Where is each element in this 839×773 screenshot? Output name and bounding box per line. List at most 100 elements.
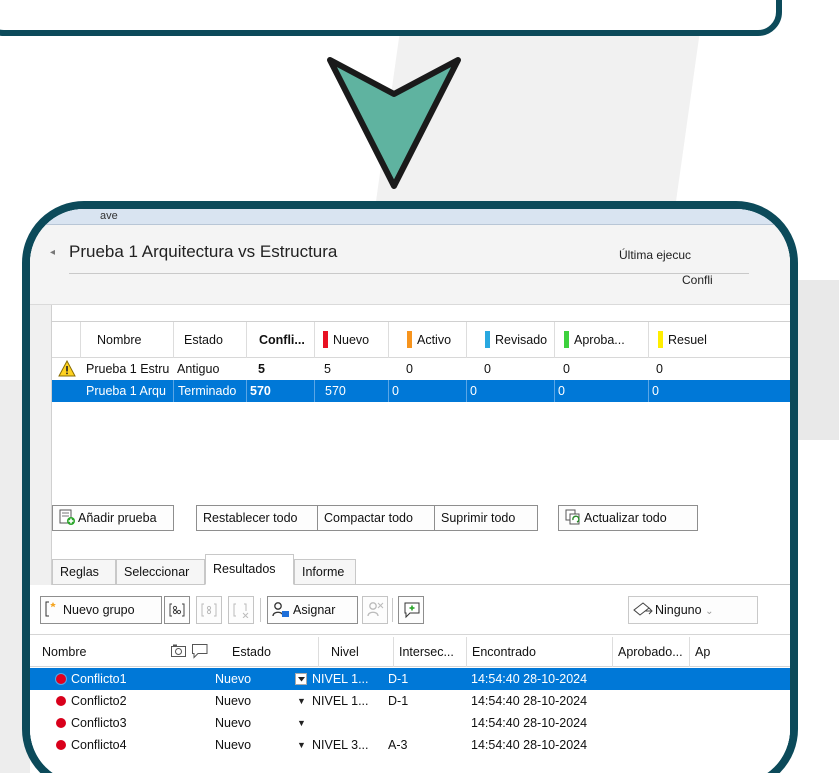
explode-group-button[interactable] [228,596,254,624]
clash-name: Conflicto2 [71,694,127,708]
test-name: Prueba 1 Estru [86,362,170,376]
clash-intersection: D-1 [388,694,409,708]
column-header-conflictos[interactable]: Confli... [246,322,314,358]
column-header-resuelto[interactable]: Resuel [648,322,790,358]
reset-all-button[interactable]: Restablecer todo [196,505,318,531]
test-reviewed: 0 [466,380,554,402]
reviewed-status-swatch [485,331,490,348]
clash-name: Conflicto1 [71,672,127,686]
explode-group-icon [233,603,249,619]
resolved-status-swatch [658,331,663,348]
clash-row[interactable]: Conflicto4 Nuevo ▼ NIVEL 3... A-3 14:54:… [30,734,790,756]
collapse-arrow-icon[interactable]: ◂ [50,247,55,258]
column-header-revisado[interactable]: Revisado [466,322,554,358]
conflicts-label: Confli [682,273,713,287]
clash-row[interactable]: Conflicto3 Nuevo ▼ 14:54:40 28-10-2024 [30,712,790,734]
unassign-button[interactable] [362,596,388,624]
status-dropdown-arrow-icon[interactable]: ▼ [297,690,306,712]
column-header-icons[interactable] [150,637,232,667]
test-approved: 0 [563,362,570,376]
tests-button-bar: Añadir prueba Restablecer todo Compactar… [52,505,790,535]
new-group-icon [45,601,56,617]
clash-status[interactable]: Nuevo [215,668,277,690]
toolbar-separator [260,598,261,622]
column-header-nuevo[interactable]: Nuevo [314,322,388,358]
clash-level: NIVEL 1... [312,694,369,708]
column-header-nivel[interactable]: Nivel [318,637,393,667]
test-name: Prueba 1 Arqu [86,384,166,398]
column-header-nuevo-label: Nuevo [333,333,370,347]
test-resolved: 0 [648,380,790,402]
status-dropdown-arrow-icon[interactable]: ▼ [297,712,306,734]
column-header-aprobado[interactable]: Aproba... [554,322,648,358]
column-header-estado[interactable]: Estado [232,637,318,667]
column-header-aprobado[interactable]: Aprobado... [612,637,689,667]
test-conflicts: 5 [258,362,265,376]
clash-found: 14:54:40 28-10-2024 [471,716,588,730]
highlight-none-dropdown[interactable]: Ninguno ⌄ [628,596,758,624]
new-group-button[interactable]: Nuevo grupo [40,596,162,624]
test-resolved: 0 [656,362,663,376]
column-header-nombre[interactable]: Nombre [80,322,173,358]
assign-user-icon [272,602,289,617]
previous-step-frame [0,0,782,36]
app-screenshot-frame: ave ◂ Prueba 1 Arquitectura vs Estructur… [22,201,798,773]
column-header-resuelto-label: Resuel [668,333,707,347]
clash-name: Conflicto4 [71,738,127,752]
test-new: 5 [324,362,331,376]
clash-status[interactable]: Nuevo [215,734,277,756]
tests-grid-header: Nombre Estado Confli... Nuevo Activo Rev… [52,322,790,358]
ungroup-button[interactable] [196,596,222,624]
test-conflicts: 570 [246,380,314,402]
add-comment-button[interactable] [398,596,424,624]
clash-row[interactable]: Conflicto2 Nuevo ▼ NIVEL 1... D-1 14:54:… [30,690,790,712]
approved-status-swatch [564,331,569,348]
chevron-down-icon: ⌄ [705,606,714,617]
status-dropdown-arrow-icon[interactable]: ▼ [297,734,306,756]
column-header-activo[interactable]: Activo [388,322,466,358]
column-header-revisado-label: Revisado [495,333,548,347]
assign-label: Asignar [293,603,336,617]
last-run-label: Última ejecuc [619,248,692,262]
test-status: Antiguo [177,362,220,376]
toolbar-separator [392,598,393,622]
test-active: 0 [388,380,466,402]
status-dropdown-arrow-icon[interactable] [295,673,307,685]
new-status-dot-icon [56,674,66,684]
tab-reglas[interactable]: Reglas [52,559,116,585]
new-status-dot-icon [56,696,66,706]
clash-found: 14:54:40 28-10-2024 [471,738,588,752]
tab-seleccionar[interactable]: Seleccionar [116,559,205,585]
column-header-encontrado[interactable]: Encontrado [466,637,612,667]
group-clashes-button[interactable] [164,596,190,624]
column-header-estado[interactable]: Estado [173,322,246,358]
test-row[interactable]: Prueba 1 Arqu Terminado 570 570 0 0 0 0 [52,380,790,402]
test-row[interactable]: Prueba 1 Estru Antiguo 5 5 0 0 0 0 [52,358,790,380]
test-active: 0 [406,362,413,376]
column-header-ap[interactable]: Ap [689,637,790,667]
add-test-icon [59,509,75,525]
clash-found: 14:54:40 28-10-2024 [471,694,588,708]
add-test-button[interactable]: Añadir prueba [52,505,174,531]
delete-all-button[interactable]: Suprimir todo [435,505,538,531]
column-header-nombre[interactable]: Nombre [30,637,150,667]
tab-informe[interactable]: Informe [294,559,356,585]
results-grid: Nombre Estado Nivel Intersec... Encontra… [30,637,790,773]
clash-detective-window: ave ◂ Prueba 1 Arquitectura vs Estructur… [30,209,790,773]
clash-level: NIVEL 3... [312,738,369,752]
results-grid-header: Nombre Estado Nivel Intersec... Encontra… [30,637,790,667]
clash-row[interactable]: Conflicto1 Nuevo NIVEL 1... D-1 14:54:40… [30,668,790,690]
tab-resultados[interactable]: Resultados [205,554,294,585]
update-all-button[interactable]: Actualizar todo [558,505,698,531]
compact-all-button[interactable]: Compactar todo [318,505,435,531]
column-header-interseccion[interactable]: Intersec... [393,637,466,667]
new-group-label: Nuevo grupo [63,603,135,617]
assign-button[interactable]: Asignar [267,596,358,624]
clash-status[interactable]: Nuevo [215,712,277,734]
test-reviewed: 0 [484,362,491,376]
group-clashes-icon [169,603,185,617]
clash-status[interactable]: Nuevo [215,690,277,712]
new-status-swatch [323,331,328,348]
highlight-none-label: Ninguno [655,603,702,617]
test-header: ◂ Prueba 1 Arquitectura vs Estructura Úl… [30,225,790,305]
